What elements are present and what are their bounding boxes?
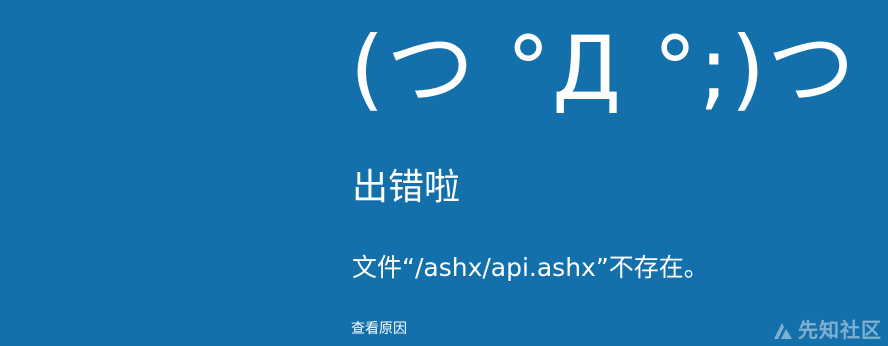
error-emoticon: (つ °Д °;)つ xyxy=(350,17,858,120)
error-title: 出错啦 xyxy=(352,167,461,208)
view-reason-link[interactable]: 查看原因 xyxy=(351,319,407,339)
xianzhi-logo-icon xyxy=(774,323,792,339)
watermark-text: 先知社区 xyxy=(798,318,882,342)
watermark: 先知社区 xyxy=(772,318,882,342)
error-message: 文件“/ashx/api.ashx”不存在。 xyxy=(352,253,709,282)
